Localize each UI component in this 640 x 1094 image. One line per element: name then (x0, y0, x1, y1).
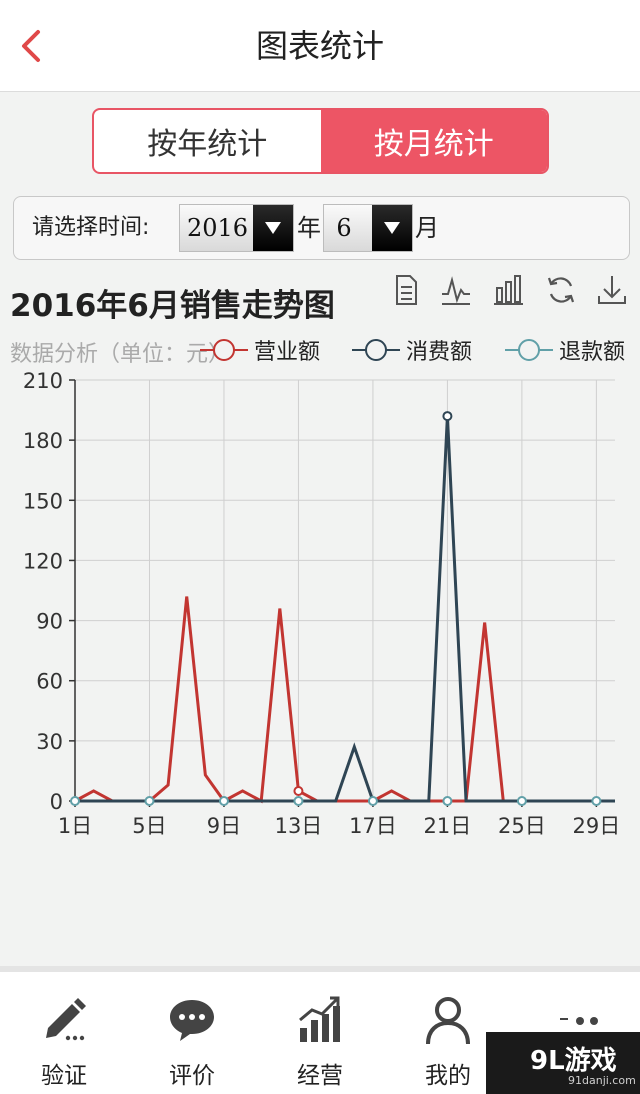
page-title: 图表统计 (255, 27, 384, 65)
legend-marker-consumption (352, 339, 400, 361)
growth-chart-icon (299, 996, 340, 1042)
series-line-consumption (75, 416, 615, 803)
legend-label: 消费额 (406, 340, 473, 365)
dropdown-arrow-icon (372, 205, 412, 251)
refresh-icon (547, 277, 575, 303)
nav-item-review[interactable]: 评价 (128, 972, 256, 1094)
chart-title: 2016年6月销售走势图 (10, 288, 335, 324)
x-tick-label: 17日 (349, 814, 397, 838)
y-tick-label: 60 (36, 670, 63, 694)
legend-label: 营业额 (254, 340, 321, 365)
nav-item-verify[interactable]: 验证 (0, 972, 128, 1094)
x-tick-label: 9日 (207, 814, 241, 838)
sales-trend-chart: 0 30 60 90 120 150 180 210 1日 5日 9日 13日 17日 21日 25日 29日 (23, 369, 621, 838)
chat-bubble-icon (170, 1000, 214, 1041)
legend-refund[interactable]: 退款额 (505, 334, 625, 366)
month-value: 6 (336, 214, 352, 242)
year-value: 2016 (186, 214, 249, 242)
picker-label: 请选择时间: (32, 215, 150, 240)
x-tick-label: 5日 (132, 814, 166, 838)
year-select[interactable]: 2016 (179, 204, 294, 252)
back-button[interactable] (14, 22, 54, 70)
nav-label: 验证 (41, 1063, 87, 1089)
switch-line-button[interactable] (438, 270, 474, 310)
legend-marker-refund (505, 339, 553, 361)
app-screen: 图表统计 按年统计 按月统计 请选择时间: 2016 年 6 月 2016年6月… (0, 0, 640, 1094)
data-point-refund (293, 796, 304, 806)
y-tick-label: 150 (23, 489, 63, 513)
time-picker: 请选择时间: 2016 年 6 月 (13, 196, 630, 260)
data-view-button[interactable] (388, 270, 424, 310)
nav-label: 评价 (169, 1063, 215, 1089)
month-select[interactable]: 6 (323, 204, 413, 252)
nav-item-business[interactable]: 经营 (256, 972, 384, 1094)
data-point-revenue (293, 785, 304, 796)
period-toggle: 按年统计 按月统计 (92, 108, 549, 174)
year-unit: 年 (297, 214, 321, 242)
save-image-button[interactable] (594, 270, 630, 310)
dropdown-arrow-icon (253, 205, 293, 251)
x-tick-label: 1日 (58, 814, 92, 838)
watermark-url: 91danji.com (568, 1074, 636, 1087)
y-tick-label: 180 (23, 429, 63, 453)
legend-label: 退款额 (559, 340, 626, 365)
x-tick-label: 29日 (573, 814, 621, 838)
y-tick-label: 30 (36, 730, 63, 754)
x-tick-label: 21日 (424, 814, 472, 838)
legend-consumption[interactable]: 消费额 (352, 334, 472, 366)
x-tick-label: 13日 (275, 814, 323, 838)
document-icon (396, 275, 417, 305)
legend-marker-revenue (200, 339, 248, 361)
data-point-refund (144, 796, 155, 806)
y-tick-label: 120 (23, 549, 63, 573)
data-point-refund (591, 796, 602, 806)
watermark: 9L游戏 91danji.com (486, 1032, 640, 1094)
legend-revenue[interactable]: 营业额 (200, 334, 320, 366)
data-point-refund (442, 796, 453, 806)
month-unit: 月 (415, 214, 439, 242)
data-point-consumption (442, 411, 453, 422)
data-point-refund (367, 796, 378, 806)
user-icon (426, 997, 470, 1045)
nav-label: 经营 (297, 1063, 343, 1089)
y-tick-label: 210 (23, 369, 63, 393)
chart-subtitle: 数据分析（单位：元） (10, 342, 231, 367)
tab-by-month[interactable]: 按月统计 (320, 110, 547, 172)
download-icon (598, 276, 626, 304)
data-point-refund (516, 796, 527, 806)
chevron-left-icon (22, 30, 40, 62)
watermark-text: 9L游戏 (530, 1046, 617, 1076)
data-point-refund (70, 796, 80, 806)
header-bar: 图表统计 (0, 0, 640, 92)
y-tick-label: 0 (50, 790, 63, 814)
x-tick-label: 25日 (498, 814, 546, 838)
pencil-icon (46, 998, 86, 1041)
restore-button[interactable] (543, 270, 579, 310)
data-point-refund (218, 796, 229, 806)
line-chart-icon (442, 276, 470, 305)
switch-bar-button[interactable] (491, 270, 527, 310)
bar-chart-icon (494, 275, 523, 305)
tab-by-year[interactable]: 按年统计 (94, 110, 321, 172)
y-tick-label: 90 (36, 610, 63, 634)
